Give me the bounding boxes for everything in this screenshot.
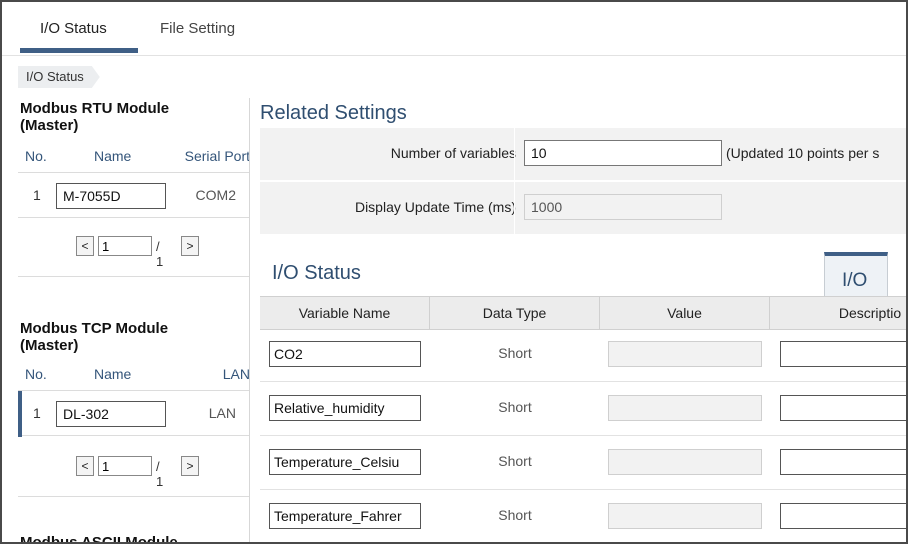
panel-separator bbox=[249, 98, 250, 542]
module-panel: Modbus RTU Module (Master) No. Name Seri… bbox=[18, 98, 250, 544]
rtu-table-header: No. Name Serial Port bbox=[18, 146, 250, 170]
setting-separator bbox=[514, 128, 515, 180]
table-row: Short bbox=[260, 438, 906, 490]
rtu-module-name-input[interactable] bbox=[56, 183, 166, 209]
tcp-module-title-line1: Modbus TCP Module bbox=[20, 320, 169, 337]
number-of-variables-input[interactable] bbox=[524, 140, 722, 166]
rtu-header-name: Name bbox=[94, 148, 132, 164]
table-row: Short bbox=[260, 492, 906, 542]
update-note: (Updated 10 points per s bbox=[726, 145, 880, 161]
tcp-header-port: LAN bbox=[222, 366, 250, 382]
variable-name-input[interactable] bbox=[269, 503, 421, 529]
tcp-row-no: 1 bbox=[33, 405, 41, 421]
rtu-row-no: 1 bbox=[33, 187, 41, 203]
display-update-time-label: Display Update Time (ms) bbox=[354, 199, 516, 215]
data-type-value: Short bbox=[498, 507, 532, 523]
top-tab-bar: I/O Status File Setting bbox=[2, 2, 906, 56]
tcp-next-page-button[interactable]: > bbox=[181, 456, 199, 476]
column-description: Descriptio bbox=[838, 305, 902, 321]
description-input[interactable] bbox=[780, 449, 906, 475]
description-input[interactable] bbox=[780, 341, 906, 367]
active-tab-indicator bbox=[20, 48, 138, 53]
rtu-page-input[interactable] bbox=[98, 236, 152, 256]
ascii-module-title: Modbus ASCII Module bbox=[20, 534, 178, 544]
module-divider bbox=[18, 496, 250, 497]
column-data-type: Data Type bbox=[430, 297, 600, 329]
io-side-tab[interactable]: I/O bbox=[824, 252, 888, 297]
tcp-page-input[interactable] bbox=[98, 456, 152, 476]
tcp-header-name: Name bbox=[94, 366, 132, 382]
breadcrumb[interactable]: I/O Status bbox=[18, 66, 100, 88]
tcp-module-name-input[interactable] bbox=[56, 401, 166, 427]
module-divider bbox=[18, 276, 250, 277]
tab-io-status[interactable]: I/O Status bbox=[40, 20, 107, 37]
io-table-header: Variable Name Data Type Value Descriptio bbox=[260, 296, 906, 330]
rtu-module-title-line1: Modbus RTU Module bbox=[20, 100, 170, 117]
rtu-page-total: / 1 bbox=[156, 239, 164, 269]
variable-name-input[interactable] bbox=[269, 341, 421, 367]
rtu-module-title: Modbus RTU Module (Master) bbox=[20, 100, 169, 134]
tcp-prev-page-button[interactable]: < bbox=[76, 456, 94, 476]
setting-separator bbox=[514, 182, 515, 234]
rtu-header-no: No. bbox=[25, 148, 47, 164]
rtu-module-title-line2: (Master) bbox=[20, 117, 79, 134]
rtu-row-port: COM2 bbox=[195, 187, 236, 203]
setting-row-display-update-time: Display Update Time (ms) bbox=[260, 182, 906, 234]
rtu-module-row[interactable]: 1 COM2 bbox=[18, 172, 250, 218]
value-field bbox=[608, 341, 762, 367]
tcp-page-total: / 1 bbox=[156, 459, 164, 489]
tcp-header-no: No. bbox=[25, 366, 47, 382]
value-field bbox=[608, 449, 762, 475]
description-input[interactable] bbox=[780, 503, 906, 529]
table-row: Short bbox=[260, 330, 906, 382]
tcp-module-row[interactable]: 1 LAN bbox=[18, 390, 250, 437]
tcp-row-port: LAN bbox=[208, 405, 236, 421]
column-value: Value bbox=[600, 297, 770, 329]
data-type-value: Short bbox=[498, 345, 532, 361]
data-type-value: Short bbox=[498, 453, 532, 469]
io-status-title: I/O Status bbox=[272, 262, 361, 284]
description-input[interactable] bbox=[780, 395, 906, 421]
ascii-module-title-line1: Modbus ASCII Module bbox=[20, 534, 178, 544]
tcp-module-title-line2: (Master) bbox=[20, 337, 79, 354]
rtu-header-port: Serial Port bbox=[184, 148, 250, 164]
app-frame: I/O Status File Setting I/O Status Modbu… bbox=[0, 0, 908, 544]
column-variable-name: Variable Name bbox=[260, 297, 430, 329]
variable-name-input[interactable] bbox=[269, 395, 421, 421]
rtu-prev-page-button[interactable]: < bbox=[76, 236, 94, 256]
rtu-next-page-button[interactable]: > bbox=[181, 236, 199, 256]
setting-row-number-of-variables: Number of variables (Updated 10 points p… bbox=[260, 128, 906, 180]
data-type-value: Short bbox=[498, 399, 532, 415]
value-field bbox=[608, 395, 762, 421]
related-settings-title: Related Settings bbox=[260, 102, 407, 124]
table-row: Short bbox=[260, 384, 906, 436]
variable-name-input[interactable] bbox=[269, 449, 421, 475]
tab-file-setting[interactable]: File Setting bbox=[160, 20, 235, 37]
number-of-variables-label: Number of variables bbox=[390, 145, 516, 161]
tcp-module-title: Modbus TCP Module (Master) bbox=[20, 320, 168, 354]
tcp-table-header: No. Name LAN bbox=[18, 364, 250, 388]
io-side-tab-label: I/O bbox=[842, 270, 868, 291]
value-field bbox=[608, 503, 762, 529]
display-update-time-input bbox=[524, 194, 722, 220]
